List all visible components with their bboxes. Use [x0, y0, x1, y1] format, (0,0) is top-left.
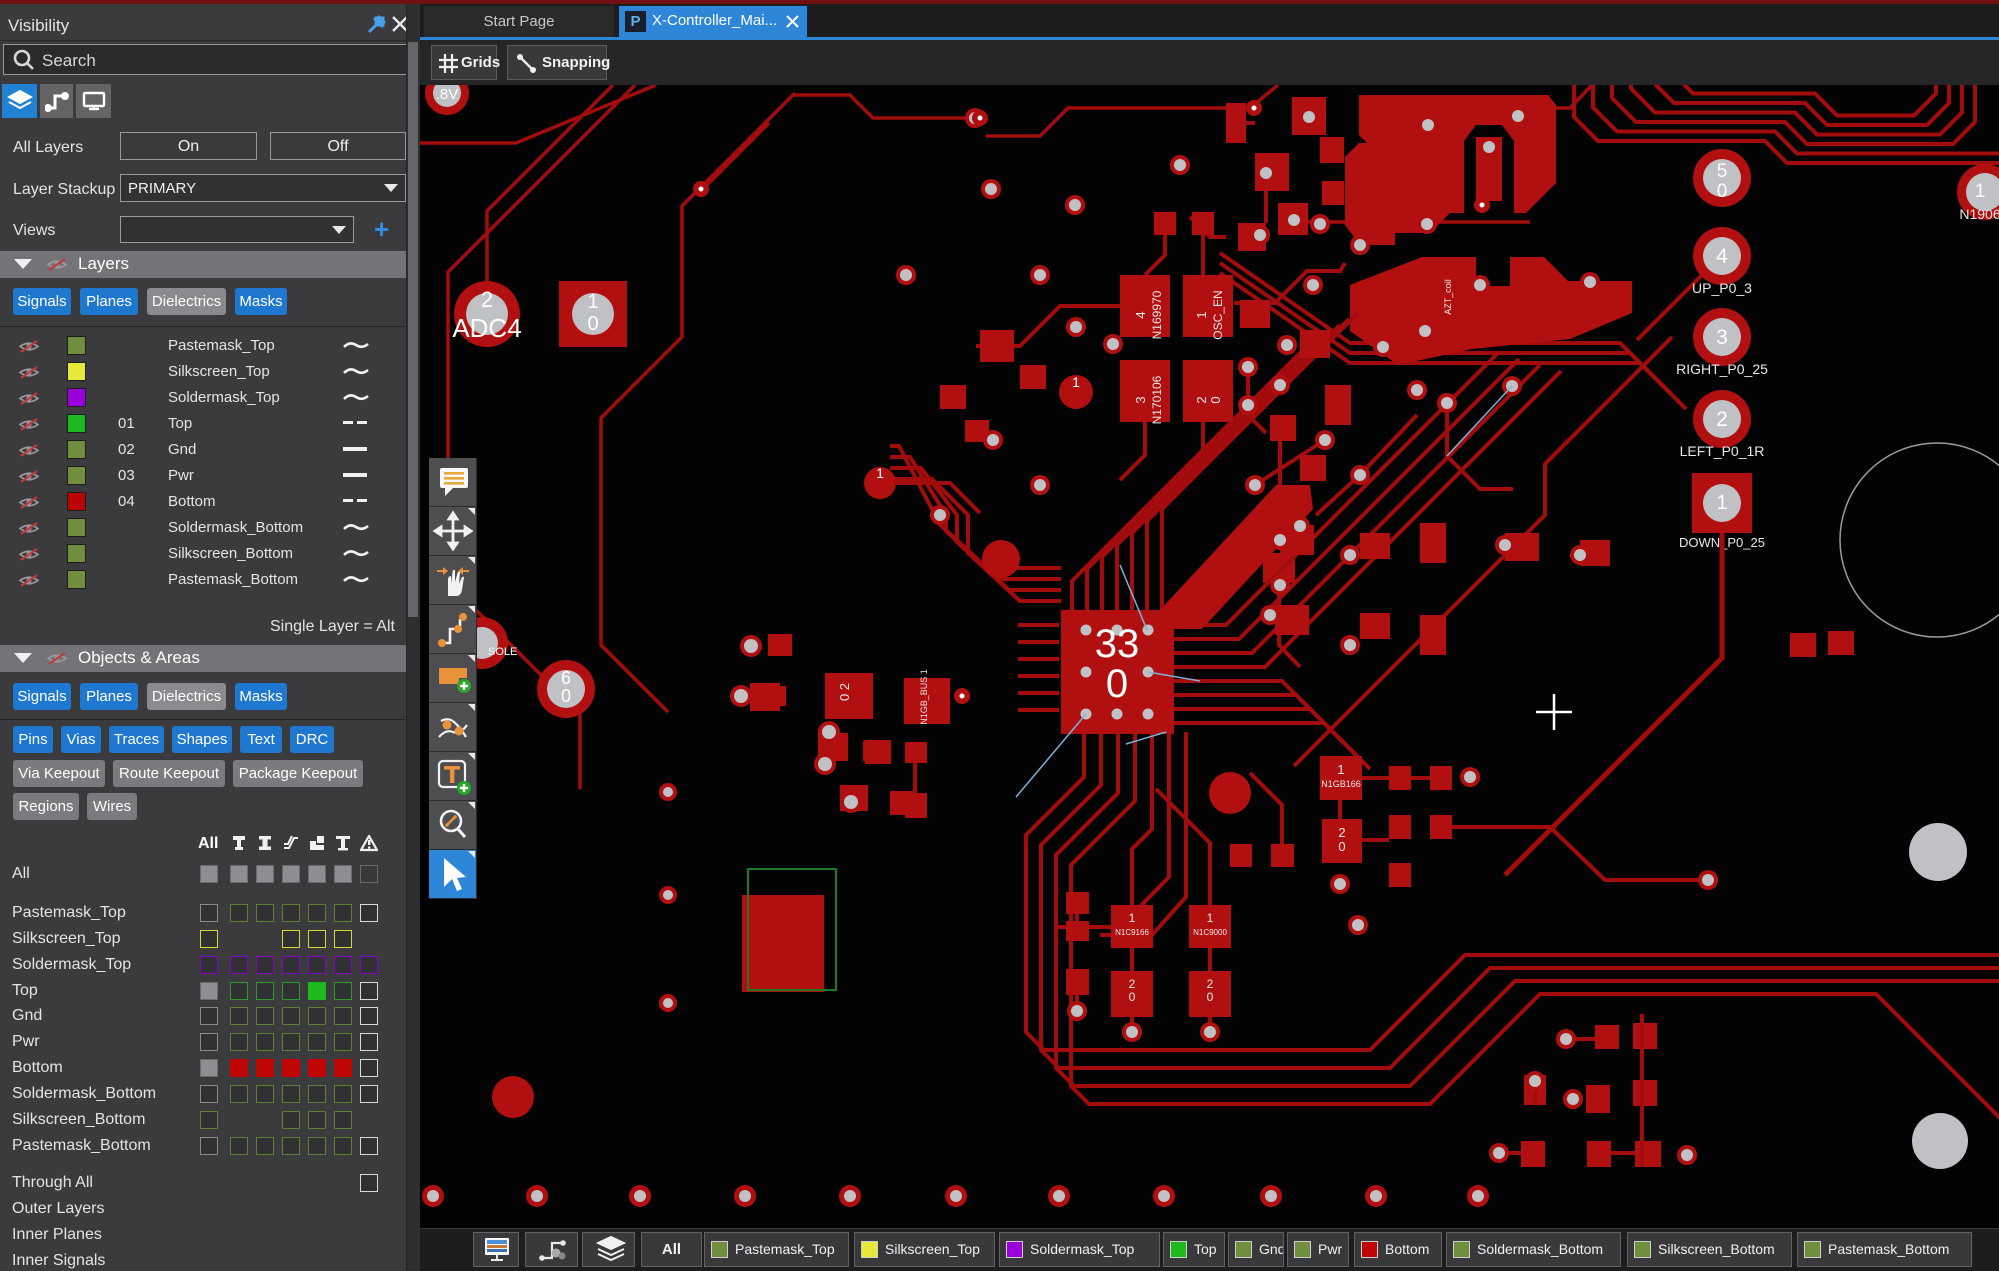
svg-text:1: 1	[1207, 911, 1214, 925]
svg-text:6: 6	[561, 668, 571, 688]
svg-text:1: 1	[1337, 762, 1344, 777]
svg-text:N1C9000: N1C9000	[1193, 928, 1227, 937]
svg-text:OSC_EN: OSC_EN	[1211, 290, 1225, 339]
svg-text:2: 2	[1194, 396, 1209, 403]
svg-text:2: 2	[481, 287, 493, 312]
svg-text:N169970: N169970	[1150, 290, 1164, 339]
svg-text:1: 1	[876, 465, 884, 481]
svg-text:N1C9166: N1C9166	[1115, 928, 1149, 937]
svg-text:AZT_coil: AZT_coil	[1443, 279, 1453, 315]
svg-text:1: 1	[1129, 911, 1136, 925]
svg-text:2: 2	[1338, 825, 1345, 840]
svg-text:UP_P0_3: UP_P0_3	[1692, 280, 1752, 296]
svg-text:1: 1	[1975, 181, 1986, 202]
svg-text:2: 2	[1207, 977, 1214, 991]
svg-text:1: 1	[1716, 492, 1727, 514]
svg-text:0: 0	[1106, 662, 1128, 706]
svg-text:LEFT_P0_1R: LEFT_P0_1R	[1680, 443, 1765, 459]
svg-text:0: 0	[1338, 839, 1345, 854]
svg-text:1: 1	[1194, 311, 1209, 318]
svg-text:5: 5	[1717, 161, 1728, 182]
svg-text:N170106: N170106	[1150, 375, 1164, 424]
svg-text:0: 0	[1208, 396, 1223, 403]
svg-text:1: 1	[587, 291, 598, 313]
svg-text:3: 3	[1716, 326, 1728, 349]
svg-text:N1GB166: N1GB166	[1321, 779, 1361, 789]
svg-text:ADC4: ADC4	[452, 313, 521, 343]
svg-text:2: 2	[1129, 977, 1136, 991]
svg-text:0: 0	[587, 313, 598, 335]
svg-text:0: 0	[1717, 181, 1728, 202]
svg-text:RIGHT_P0_25: RIGHT_P0_25	[1676, 361, 1768, 377]
svg-text:0: 0	[1129, 990, 1136, 1004]
svg-text:33: 33	[1095, 622, 1140, 666]
svg-text:N1906: N1906	[1959, 206, 1999, 222]
svg-text:.8V: .8V	[436, 86, 459, 103]
svg-text:4: 4	[1716, 245, 1728, 268]
svg-text:0 2: 0 2	[837, 683, 852, 701]
svg-text:2: 2	[1716, 408, 1728, 431]
svg-text:SOLE: SOLE	[488, 646, 517, 658]
svg-text:0: 0	[1207, 990, 1214, 1004]
svg-text:4: 4	[1133, 311, 1148, 318]
svg-text:3: 3	[1133, 396, 1148, 403]
svg-text:1: 1	[1072, 374, 1080, 390]
svg-text:N1GB_BUS 1: N1GB_BUS 1	[919, 669, 929, 725]
svg-text:0: 0	[561, 686, 571, 706]
